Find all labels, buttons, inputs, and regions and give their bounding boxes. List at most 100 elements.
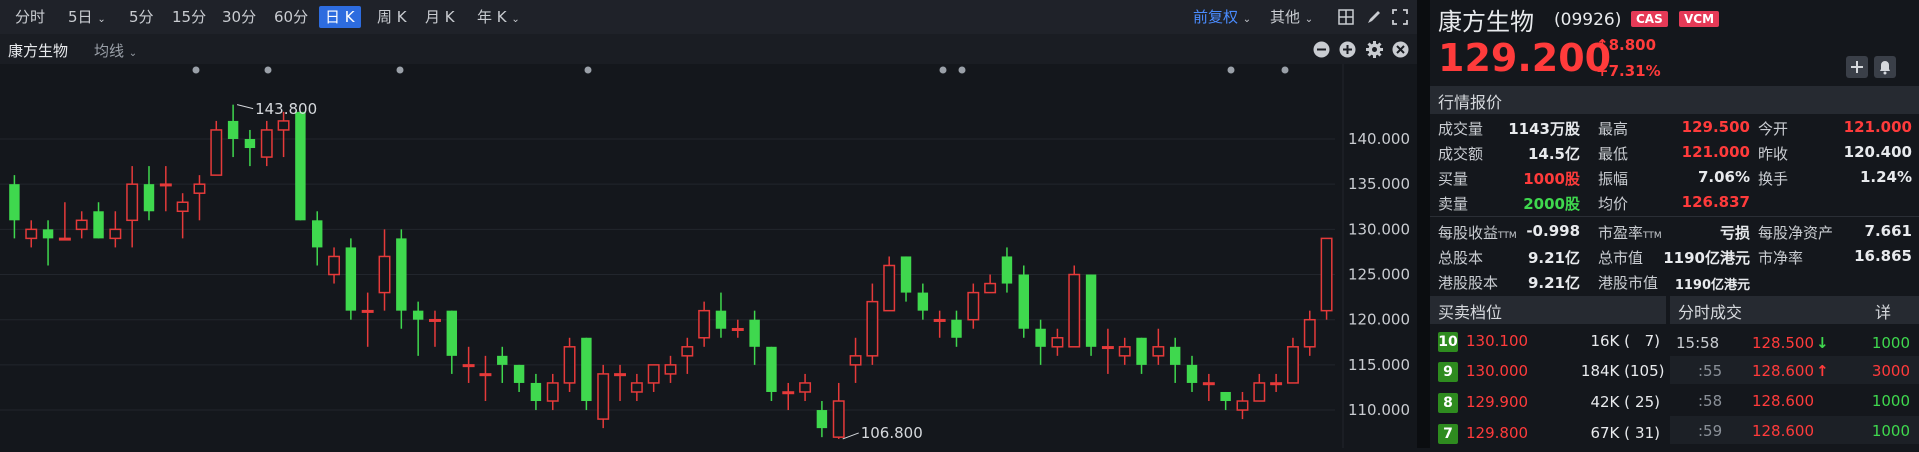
fullscreen-icon[interactable] (1392, 9, 1408, 25)
candle[interactable] (93, 202, 104, 239)
event-marker-dot[interactable] (192, 66, 200, 74)
event-marker-dot[interactable] (1281, 66, 1289, 74)
candle[interactable] (1169, 337, 1181, 383)
other-dropdown[interactable]: 其他 ⌄ (1270, 6, 1313, 28)
event-marker-dot[interactable] (939, 66, 947, 74)
tf-60min[interactable]: 60分 (271, 6, 311, 28)
vcm-badge[interactable]: VCM (1679, 11, 1720, 27)
candle[interactable] (984, 274, 997, 294)
tf-intraday[interactable]: 分时 (12, 6, 48, 28)
event-marker-dot[interactable] (396, 66, 404, 74)
candle[interactable] (1136, 337, 1147, 374)
candle[interactable] (782, 382, 795, 411)
candle[interactable] (900, 256, 912, 302)
candle[interactable] (295, 111, 306, 221)
candle[interactable] (1051, 328, 1064, 356)
candle[interactable] (143, 166, 155, 221)
event-marker-dot[interactable] (584, 66, 592, 74)
candle[interactable] (1101, 328, 1114, 374)
candle[interactable] (1320, 237, 1333, 320)
candle[interactable] (462, 346, 475, 383)
zoom-in-icon[interactable] (1339, 41, 1356, 58)
candle[interactable] (345, 238, 357, 320)
tf-weekly[interactable]: 周 K (374, 6, 410, 28)
zoom-out-icon[interactable] (1313, 41, 1330, 58)
candle[interactable] (832, 382, 845, 439)
candle[interactable] (1236, 391, 1249, 420)
ticks-detail-button[interactable]: 详 (1875, 299, 1891, 323)
candle[interactable] (967, 283, 980, 329)
candle[interactable] (951, 310, 962, 347)
candle[interactable] (176, 193, 189, 239)
tf-15min[interactable]: 15分 (169, 6, 209, 28)
candle[interactable] (614, 364, 626, 402)
candle[interactable] (277, 111, 290, 158)
candlestick-svg[interactable]: 140.000 135.000 130.000 125.000 120.000 115.0… (0, 64, 1417, 448)
alert-bell-icon[interactable] (1874, 56, 1896, 78)
candle[interactable] (109, 211, 122, 248)
candle[interactable] (1001, 247, 1013, 293)
event-marker-dot[interactable] (958, 66, 966, 74)
tf-5day[interactable]: 5日 ⌄ (65, 6, 109, 28)
candle[interactable] (816, 401, 828, 438)
candle[interactable] (1186, 355, 1198, 392)
tf-monthly[interactable]: 月 K (422, 6, 458, 28)
candle[interactable] (1202, 373, 1215, 402)
settings-gear-icon[interactable] (1366, 41, 1383, 58)
candlestick-chart[interactable]: 140.000 135.000 130.000 125.000 120.000 115.0… (0, 64, 1417, 448)
candle[interactable] (260, 120, 273, 167)
candle[interactable] (581, 337, 592, 411)
candle[interactable] (1253, 373, 1266, 402)
event-marker-dot[interactable] (1227, 66, 1235, 74)
tf-daily[interactable]: 日 K (319, 6, 361, 28)
candle[interactable] (227, 104, 239, 158)
candle[interactable] (563, 337, 576, 392)
tf-5min[interactable]: 5分 (126, 6, 157, 28)
candle[interactable] (630, 373, 643, 402)
candle[interactable] (698, 301, 711, 347)
candle[interactable] (378, 229, 391, 311)
candle[interactable] (429, 310, 441, 347)
candle[interactable] (1035, 319, 1046, 365)
candle[interactable] (1270, 373, 1283, 392)
indicator-dropdown[interactable]: 均线 ⌄ (94, 40, 137, 61)
event-marker-dot[interactable] (264, 66, 272, 74)
candle[interactable] (244, 129, 256, 167)
candle[interactable] (1068, 265, 1081, 348)
candle[interactable] (530, 373, 542, 411)
candle[interactable] (25, 220, 38, 248)
candle[interactable] (681, 337, 694, 374)
close-icon[interactable] (1392, 41, 1409, 58)
candle[interactable] (731, 319, 744, 338)
layout-grid-icon[interactable] (1338, 9, 1354, 25)
add-watchlist-icon[interactable] (1846, 56, 1868, 78)
candle[interactable] (766, 346, 777, 402)
candle[interactable] (75, 211, 88, 239)
candle[interactable] (497, 346, 508, 383)
candle[interactable] (210, 120, 223, 176)
candle[interactable] (1118, 337, 1131, 365)
candle[interactable] (513, 364, 525, 392)
candle[interactable] (1303, 310, 1316, 356)
candle[interactable] (328, 247, 341, 284)
candle[interactable] (749, 310, 760, 365)
adjust-dropdown[interactable]: 前复权 ⌄ (1193, 6, 1251, 28)
candle[interactable] (1286, 337, 1299, 384)
candle[interactable] (917, 283, 929, 320)
candle[interactable] (1220, 391, 1231, 411)
candle[interactable] (546, 373, 559, 411)
tf-30min[interactable]: 30分 (219, 6, 259, 28)
candle[interactable] (312, 211, 323, 266)
candle[interactable] (715, 292, 727, 338)
candle[interactable] (126, 166, 139, 248)
candle[interactable] (42, 220, 54, 266)
candle[interactable] (396, 229, 407, 329)
candle[interactable] (159, 166, 172, 212)
candle[interactable] (647, 364, 660, 392)
candle[interactable] (1152, 328, 1165, 365)
candle[interactable] (1085, 274, 1097, 356)
candle[interactable] (193, 175, 206, 221)
candle[interactable] (412, 301, 424, 356)
candle[interactable] (799, 373, 812, 402)
candle[interactable] (597, 364, 610, 429)
